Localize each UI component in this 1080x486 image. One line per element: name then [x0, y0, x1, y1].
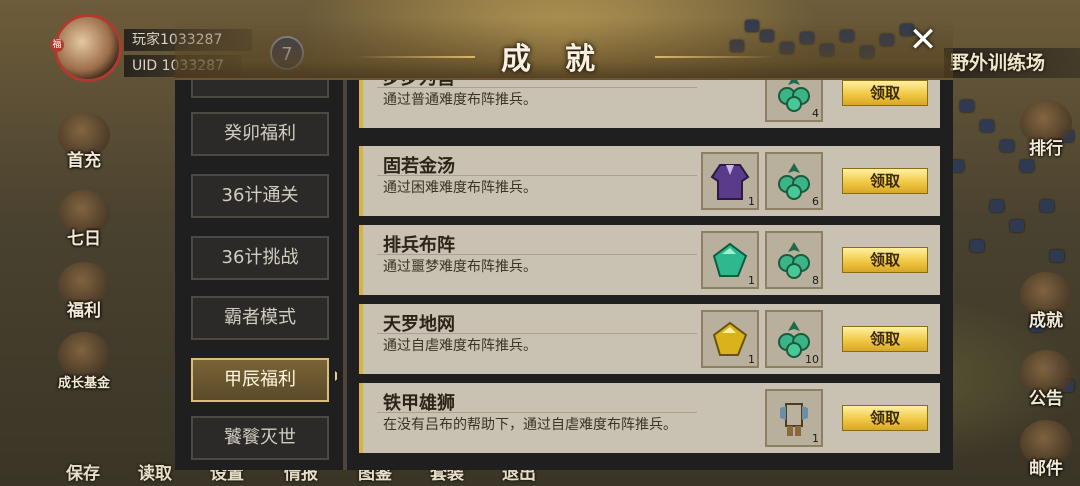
- troop-unit: [1040, 200, 1054, 212]
- achievement-row: 铁甲雄狮 在没有吕布的帮助下，通过自虐难度布阵推兵。 1 领取: [359, 383, 940, 453]
- title-underline: [377, 412, 697, 413]
- title-ornament-right: [655, 56, 775, 58]
- bottom-menu-load[interactable]: 读取: [138, 459, 172, 484]
- troop-unit: [960, 100, 974, 112]
- side-menu-first-recharge[interactable]: 首充: [52, 112, 116, 176]
- troop-unit: [970, 240, 984, 252]
- achievement-description: 通过普通难度布阵推兵。: [383, 92, 537, 108]
- tab-36-strategies-clear[interactable]: 36计通关: [191, 174, 329, 218]
- side-menu-label: 排行: [1029, 139, 1063, 159]
- title-underline: [377, 254, 697, 255]
- troop-unit: [1000, 140, 1014, 152]
- bottom-menu-save[interactable]: 保存: [66, 459, 100, 484]
- reward-item-slot[interactable]: 10: [765, 310, 823, 368]
- side-menu-welfare[interactable]: 福利: [52, 262, 116, 326]
- reward-count: 1: [748, 274, 755, 287]
- title-underline: [377, 87, 697, 88]
- side-menu-mail[interactable]: 邮件: [1014, 420, 1078, 484]
- reward-count: 8: [812, 274, 819, 287]
- side-menu-ranking[interactable]: 排行: [1014, 100, 1078, 164]
- achievement-description: 通过噩梦难度布阵推兵。: [383, 259, 537, 275]
- reward-item-slot[interactable]: 1: [701, 310, 759, 368]
- tab-hidden-top[interactable]: [191, 80, 329, 98]
- side-menu-label: 七日: [67, 229, 101, 249]
- reward-count: 1: [748, 195, 755, 208]
- title-underline: [377, 333, 697, 334]
- player-avatar[interactable]: [54, 14, 122, 82]
- reward-item-slot[interactable]: 1: [701, 152, 759, 210]
- reward-item-slot[interactable]: 4: [765, 80, 823, 122]
- side-menu-growth-fund[interactable]: 成长基金: [52, 332, 116, 396]
- reward-count: 1: [812, 432, 819, 445]
- achievement-row: 步步为营通过普通难度布阵推兵。 4 领取: [359, 80, 940, 128]
- troop-unit: [1050, 250, 1064, 262]
- achievement-row: 排兵布阵 通过噩梦难度布阵推兵。 1 8 领取: [359, 225, 940, 295]
- reward-count: 6: [812, 195, 819, 208]
- reward-count: 10: [805, 353, 819, 366]
- side-menu-label: 成长基金: [57, 376, 110, 391]
- side-menu-label: 福利: [67, 301, 101, 321]
- reward-count: 4: [812, 107, 819, 120]
- side-menu-label: 邮件: [1029, 459, 1063, 479]
- reward-count: 1: [748, 353, 755, 366]
- side-menu-announcement[interactable]: 公告: [1014, 350, 1078, 414]
- tab-36-strategies-challenge[interactable]: 36计挑战: [191, 236, 329, 280]
- troop-unit: [990, 200, 1004, 212]
- reward-item-slot[interactable]: 8: [765, 231, 823, 289]
- side-menu-label: 成就: [1029, 311, 1063, 331]
- avatar-badge: 福: [50, 38, 64, 52]
- side-menu-achievement[interactable]: 成就: [1014, 272, 1078, 336]
- achievement-description: 在没有吕布的帮助下，通过自虐难度布阵推兵。: [383, 417, 677, 433]
- achievement-row: 固若金汤 通过困难难度布阵推兵。 1 6 领取: [359, 146, 940, 216]
- achievement-dialog: 成就 癸卯福利 36计通关 36计挑战 霸者模式 甲辰福利 饕餮灭世 步步为营通…: [175, 18, 953, 470]
- title-ornament-left: [355, 56, 475, 58]
- reward-item-slot[interactable]: 1: [701, 231, 759, 289]
- close-button[interactable]: ✕: [903, 22, 943, 58]
- tab-taotie-apocalypse[interactable]: 饕餮灭世: [191, 416, 329, 460]
- title-underline: [377, 175, 697, 176]
- achievement-description: 通过自虐难度布阵推兵。: [383, 338, 537, 354]
- claim-button[interactable]: 领取: [842, 405, 928, 431]
- claim-button[interactable]: 领取: [842, 247, 928, 273]
- claim-button[interactable]: 领取: [842, 326, 928, 352]
- reward-item-slot[interactable]: 1: [765, 389, 823, 447]
- category-tab-list[interactable]: 癸卯福利 36计通关 36计挑战 霸者模式 甲辰福利 饕餮灭世: [187, 80, 337, 470]
- side-menu-seven-days[interactable]: 七日: [52, 190, 116, 254]
- active-tab-arrow-icon: [335, 371, 337, 381]
- dialog-title: 成就: [501, 42, 629, 77]
- tab-overlord-mode[interactable]: 霸者模式: [191, 296, 329, 340]
- claim-button[interactable]: 领取: [842, 168, 928, 194]
- reward-item-slot[interactable]: 6: [765, 152, 823, 210]
- panel-divider: [343, 80, 347, 470]
- side-menu-label: 首充: [67, 151, 101, 171]
- area-name-label: 野外训练场: [944, 48, 1080, 78]
- achievement-description: 通过困难难度布阵推兵。: [383, 180, 537, 196]
- achievement-list[interactable]: 步步为营通过普通难度布阵推兵。4领取固若金汤通过困难难度布阵推兵。16领取排兵布…: [355, 80, 943, 470]
- claim-button[interactable]: 领取: [842, 80, 928, 106]
- tab-jiachen-welfare[interactable]: 甲辰福利: [191, 358, 329, 402]
- side-menu-label: 公告: [1029, 389, 1063, 409]
- dialog-body: 癸卯福利 36计通关 36计挑战 霸者模式 甲辰福利 饕餮灭世 步步为营通过普通…: [175, 78, 953, 470]
- troop-unit: [980, 120, 994, 132]
- troop-unit: [1010, 220, 1024, 232]
- achievement-title: 步步为营: [383, 80, 455, 90]
- achievement-row: 天罗地网 通过自虐难度布阵推兵。 1 10 领取: [359, 304, 940, 374]
- tab-guimao-welfare[interactable]: 癸卯福利: [191, 112, 329, 156]
